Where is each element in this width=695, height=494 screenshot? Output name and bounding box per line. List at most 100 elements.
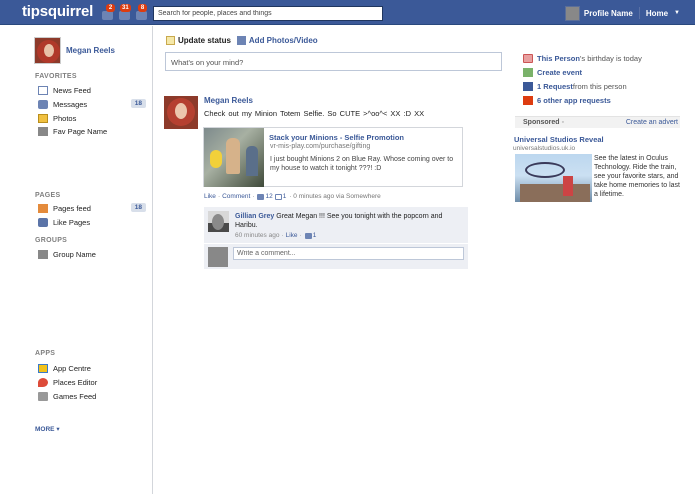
pages-feed-icon (38, 204, 48, 213)
ad-image[interactable] (515, 154, 592, 202)
photos-icon (38, 114, 48, 123)
favorites-heading: FAVORITES (35, 73, 77, 80)
avatar[interactable] (34, 37, 61, 64)
top-bar: tipsquirrel 2 31 8 Profile Name Home ▼ (0, 0, 695, 25)
separator: · (281, 232, 284, 239)
sponsored-label: Sponsored ▫ (523, 119, 564, 126)
sidebar-item-label: Group Name (53, 250, 96, 259)
tab-label: Update status (178, 36, 231, 45)
notification-jewels: 2 31 8 (100, 4, 152, 22)
more-chevron-down-icon: ▾ (56, 426, 60, 433)
friend-request-icon (523, 82, 533, 91)
games-feed-icon (38, 392, 48, 401)
sidebar-item-messages[interactable]: Messages 18 (38, 98, 148, 111)
page-placeholder-icon (38, 127, 48, 136)
sidebar-item-label: App Centre (53, 364, 91, 373)
post-author-avatar[interactable] (164, 96, 198, 129)
top-avatar[interactable] (564, 5, 580, 21)
groups-heading: GROUPS (35, 237, 68, 244)
comment-count[interactable]: 1 (283, 193, 287, 200)
comment-like-count[interactable]: 1 (313, 232, 317, 239)
create-advert-link[interactable]: Create an advert (626, 119, 678, 126)
birthday-person-link[interactable]: This Person (537, 54, 580, 63)
link-thumbnail[interactable] (204, 128, 264, 187)
profile-name-link[interactable]: Profile Name (584, 9, 633, 18)
sidebar-item-label: News Feed (53, 86, 91, 95)
comment-like-link[interactable]: Like (286, 232, 298, 239)
comment-author-avatar[interactable] (208, 211, 229, 232)
messages-badge: 31 (120, 4, 131, 12)
comment-author-name[interactable]: Gillian Grey (235, 213, 274, 220)
create-event-link[interactable]: Create event (537, 68, 582, 77)
friend-request[interactable]: 1 Request from this person (523, 81, 627, 92)
home-link[interactable]: Home (646, 9, 668, 18)
more-link[interactable]: MORE ▾ (35, 425, 60, 433)
sidebar-item-label: Photos (53, 114, 77, 123)
sidebar-item-label: Pages feed (53, 204, 91, 213)
search-input[interactable] (153, 6, 383, 21)
sidebar-item-label: Fav Page Name (53, 127, 108, 136)
ad-description: See the latest in Oculus Technology. Rid… (594, 155, 680, 198)
sidebar-item-label: Games Feed (53, 392, 97, 401)
sidebar-item-games-feed[interactable]: Games Feed (38, 390, 148, 403)
calendar-icon (523, 68, 533, 77)
link-title[interactable]: Stack your Minions - Selfie Promotion (269, 133, 404, 142)
messages-icon (38, 100, 48, 109)
link-description: I just bought Minions 2 on Blue Ray. Who… (270, 156, 454, 172)
app-requests-link[interactable]: 6 other app requests (537, 96, 611, 105)
post-timestamp: · 0 minutes ago via Somewhere (289, 193, 381, 200)
sidebar-item-label: Like Pages (53, 218, 91, 227)
like-link[interactable]: Like (204, 193, 216, 200)
comment-timestamp: 60 minutes ago (235, 232, 280, 239)
messages-count: 18 (130, 99, 146, 108)
birthday-text: 's birthday is today (579, 54, 642, 63)
ad-info-icon: ▫ (561, 119, 564, 126)
account-menu-chevron-down-icon[interactable]: ▼ (674, 10, 680, 16)
messages-jewel-icon[interactable] (119, 11, 130, 20)
sidebar-profile[interactable]: Megan Reels (34, 37, 115, 64)
sidebar-item-pages-feed[interactable]: Pages feed 18 (38, 202, 148, 215)
nav-divider (638, 7, 640, 19)
left-sidebar: Megan Reels FAVORITES News Feed Messages… (0, 26, 153, 494)
sidebar-item-news-feed[interactable]: News Feed (38, 84, 148, 97)
write-comment-input[interactable] (233, 247, 464, 260)
app-requests[interactable]: 6 other app requests (523, 95, 611, 106)
tab-label: Add Photos/Video (248, 36, 318, 45)
sidebar-item-label: Places Editor (53, 378, 98, 387)
app-request-icon (523, 96, 533, 105)
sidebar-item-fav-page[interactable]: Fav Page Name (38, 125, 148, 138)
create-event[interactable]: Create event (523, 67, 582, 78)
sidebar-item-group[interactable]: Group Name (38, 248, 148, 261)
post-author-name[interactable]: Megan Reels (204, 96, 253, 105)
sidebar-item-app-centre[interactable]: App Centre (38, 362, 148, 375)
site-logo[interactable]: tipsquirrel (22, 3, 93, 20)
sidebar-item-like-pages[interactable]: Like Pages (38, 216, 148, 229)
status-icon (166, 36, 175, 45)
composer-tabs: Update status Add Photos/Video (166, 36, 324, 45)
ad-title[interactable]: Universal Studios Reveal (514, 135, 604, 144)
tab-add-photos[interactable]: Add Photos/Video (236, 36, 318, 45)
friend-requests-icon[interactable] (102, 11, 113, 20)
like-pages-icon (38, 218, 48, 227)
tab-update-status[interactable]: Update status (166, 36, 231, 45)
like-count-icon (257, 193, 265, 200)
like-count[interactable]: 12 (265, 193, 272, 200)
notifications-icon[interactable] (136, 11, 147, 20)
comment-count-icon (274, 193, 282, 200)
comment-link[interactable]: Comment (222, 193, 250, 200)
top-right-nav: Profile Name Home ▼ (564, 5, 680, 21)
friend-requests-badge: 2 (106, 4, 115, 12)
link-preview[interactable]: Stack your Minions - Selfie Promotion vr… (203, 127, 463, 187)
sidebar-profile-name[interactable]: Megan Reels (66, 46, 115, 55)
status-input[interactable]: What's on your mind? (165, 52, 502, 71)
separator: · (299, 232, 302, 239)
places-editor-icon (38, 378, 48, 387)
request-text: from this person (572, 82, 627, 91)
request-link[interactable]: 1 Request (537, 82, 573, 91)
birthday-reminder[interactable]: This Person's birthday is today (523, 53, 642, 64)
ad-url: universalstudios.uk.io (513, 145, 576, 152)
sidebar-item-photos[interactable]: Photos (38, 112, 148, 125)
app-centre-icon (38, 364, 48, 373)
comment-meta: 60 minutes ago · Like · 1 (235, 232, 316, 239)
sidebar-item-places-editor[interactable]: Places Editor (38, 376, 148, 389)
